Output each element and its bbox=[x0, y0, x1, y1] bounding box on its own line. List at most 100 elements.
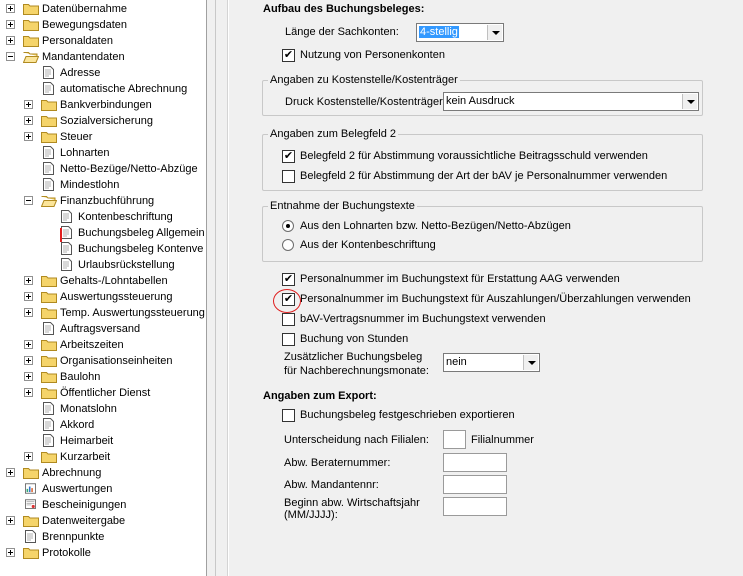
tree-item-label: Mandantendaten bbox=[42, 51, 125, 63]
folder-icon bbox=[23, 20, 39, 31]
tree-item-label: Datenweitergabe bbox=[42, 515, 126, 527]
entnahme-lohnarten-label: Aus den Lohnarten bzw. Netto-Bezügen/Net… bbox=[300, 220, 571, 232]
document-icon bbox=[43, 178, 54, 191]
chevron-down-icon[interactable] bbox=[523, 355, 538, 370]
tree-item-label: Netto-Bezüge/Netto-Abzüge bbox=[60, 163, 198, 175]
entnahme-group: Entnahme der Buchungstexte bbox=[262, 199, 703, 262]
collapse-icon[interactable] bbox=[24, 196, 33, 205]
belegfeld-beitrag-checkbox[interactable]: ✔ bbox=[282, 150, 295, 163]
expand-icon[interactable] bbox=[24, 356, 33, 365]
annotation-circle bbox=[273, 289, 301, 313]
expand-icon[interactable] bbox=[6, 548, 15, 557]
expand-icon[interactable] bbox=[24, 388, 33, 397]
tree-item-label: Auswertungen bbox=[42, 483, 113, 495]
filialen-input[interactable] bbox=[443, 430, 466, 449]
expand-icon[interactable] bbox=[24, 292, 33, 301]
stunden-label: Buchung von Stunden bbox=[300, 333, 409, 345]
sachkonten-select[interactable]: 4-stellig bbox=[416, 23, 504, 42]
zusatz-label-line1: Zusätzlicher Buchungsbeleg bbox=[284, 351, 423, 363]
document-icon bbox=[43, 322, 54, 335]
document-icon bbox=[61, 242, 72, 255]
stunden-checkbox[interactable] bbox=[282, 333, 295, 346]
folder-icon bbox=[23, 36, 39, 47]
tree-item-label: Auswertungssteuerung bbox=[60, 291, 173, 303]
tree-item-label: Brennpunkte bbox=[42, 531, 105, 543]
document-icon bbox=[43, 402, 54, 415]
export-checkbox[interactable] bbox=[282, 409, 295, 422]
belegfeld-bav-checkbox[interactable] bbox=[282, 170, 295, 183]
personenkonten-checkbox[interactable]: ✔ bbox=[282, 49, 295, 62]
entnahme-lohnarten-radio[interactable] bbox=[282, 220, 294, 232]
folder-icon bbox=[41, 452, 57, 463]
navigation-tree: Datenübernahme Bewegungsdaten Personaldate… bbox=[0, 0, 206, 576]
tree-item-label: Finanzbuchführung bbox=[60, 195, 155, 207]
entnahme-konten-radio[interactable] bbox=[282, 239, 294, 251]
folder-icon bbox=[41, 116, 57, 127]
auszahlung-label: Personalnummer im Buchungstext für Ausza… bbox=[300, 293, 691, 305]
entnahme-group-title: Entnahme der Buchungstexte bbox=[268, 199, 417, 213]
tree-item-label: Bewegungsdaten bbox=[42, 19, 128, 31]
chevron-down-icon[interactable] bbox=[682, 94, 697, 109]
tree-item-label: Gehalts-/Lohntabellen bbox=[60, 275, 168, 287]
kostenstelle-select[interactable]: kein Ausdruck bbox=[443, 92, 699, 111]
expand-icon[interactable] bbox=[6, 36, 15, 45]
tree-item-label: Kurzarbeit bbox=[60, 451, 111, 463]
tree-item-label: Buchungsbeleg Kontenve bbox=[78, 243, 204, 255]
expand-icon[interactable] bbox=[24, 132, 33, 141]
expand-icon[interactable] bbox=[6, 516, 15, 525]
zusatz-select[interactable]: nein bbox=[443, 353, 540, 372]
document-icon bbox=[25, 530, 36, 543]
personenkonten-label: Nutzung von Personenkonten bbox=[300, 49, 445, 61]
certificate-icon bbox=[25, 499, 36, 509]
kostenstelle-value: kein Ausdruck bbox=[446, 95, 515, 107]
sachkonten-label: Länge der Sachkonten: bbox=[285, 26, 399, 38]
expand-icon[interactable] bbox=[6, 20, 15, 29]
wj-input[interactable] bbox=[443, 497, 507, 516]
bav-checkbox[interactable] bbox=[282, 313, 295, 326]
document-icon bbox=[43, 162, 54, 175]
tree-item-label: Bescheinigungen bbox=[42, 499, 127, 511]
mandant-label: Abw. Mandantennr: bbox=[284, 479, 379, 491]
tree-item-label: automatische Abrechnung bbox=[60, 83, 188, 95]
folder-icon bbox=[23, 468, 39, 479]
tree-item-label: Steuer bbox=[60, 131, 93, 143]
report-icon bbox=[25, 483, 36, 494]
chevron-down-icon[interactable] bbox=[487, 25, 502, 40]
aag-checkbox[interactable]: ✔ bbox=[282, 273, 295, 286]
kostenstelle-group-title: Angaben zu Kostenstelle/Kostenträger bbox=[268, 73, 460, 87]
folder-icon bbox=[23, 548, 39, 559]
expand-icon[interactable] bbox=[6, 4, 15, 13]
section-title-export: Angaben zum Export: bbox=[263, 390, 377, 402]
folder-icon bbox=[41, 340, 57, 351]
folder-open-icon bbox=[23, 52, 39, 63]
tree-item-label: Temp. Auswertungssteuerung bbox=[60, 307, 205, 319]
mandant-input[interactable] bbox=[443, 475, 507, 494]
expand-icon[interactable] bbox=[24, 452, 33, 461]
expand-icon[interactable] bbox=[24, 308, 33, 317]
aag-label: Personalnummer im Buchungstext für Ersta… bbox=[300, 273, 620, 285]
tree-item-label: Akkord bbox=[60, 419, 95, 431]
expand-icon[interactable] bbox=[24, 340, 33, 349]
wj-label-line2: (MM/JJJJ): bbox=[284, 509, 338, 521]
belegfeld-group: Angaben zum Belegfeld 2 bbox=[262, 127, 703, 191]
berater-input[interactable] bbox=[443, 453, 507, 472]
berater-label: Abw. Beraternummer: bbox=[284, 457, 391, 469]
section-title-aufbau: Aufbau des Buchungsbeleges: bbox=[263, 3, 425, 15]
sachkonten-value: 4-stellig bbox=[419, 26, 459, 38]
collapse-icon[interactable] bbox=[6, 52, 15, 61]
expand-icon[interactable] bbox=[24, 276, 33, 285]
expand-icon[interactable] bbox=[24, 372, 33, 381]
document-icon bbox=[43, 146, 54, 159]
splitter[interactable] bbox=[206, 0, 228, 576]
entnahme-konten-label: Aus der Kontenbeschriftung bbox=[300, 239, 436, 251]
folder-icon bbox=[41, 356, 57, 367]
expand-icon[interactable] bbox=[24, 116, 33, 125]
expand-icon[interactable] bbox=[24, 100, 33, 109]
tree-item-label: Bankverbindungen bbox=[60, 99, 152, 111]
tree-item-label: Heimarbeit bbox=[60, 435, 114, 447]
expand-icon[interactable] bbox=[6, 468, 15, 477]
export-label: Buchungsbeleg festgeschrieben exportiere… bbox=[300, 409, 515, 421]
document-icon bbox=[43, 66, 54, 79]
tree-item-label: Mindestlohn bbox=[60, 179, 120, 191]
tree-item-label: Auftragsversand bbox=[60, 323, 141, 335]
